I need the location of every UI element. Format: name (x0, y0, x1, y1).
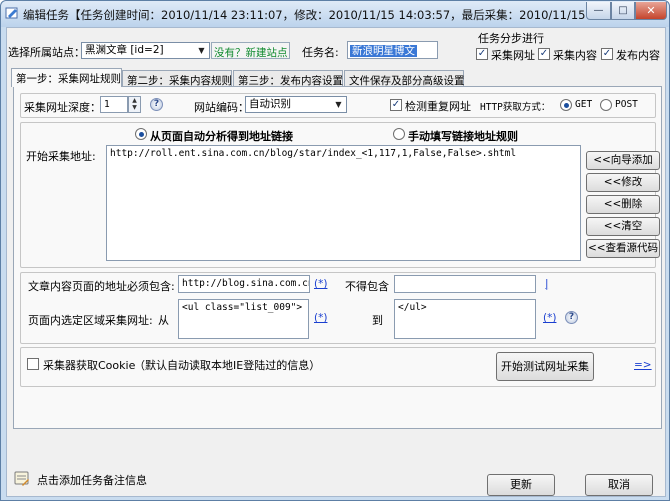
note-icon[interactable] (14, 471, 30, 486)
get-radio[interactable] (560, 99, 572, 111)
manual-rule-radio[interactable] (393, 128, 405, 140)
must-contain-label: 文章内容页面的地址必须包含: (28, 280, 175, 293)
tab-step2-content-rules[interactable]: 第二步：采集内容规则 (122, 70, 232, 87)
post-radio[interactable] (600, 99, 612, 111)
get-cookie-label: 采集器获取Cookie (43, 359, 136, 372)
site-select[interactable]: 黑渊文章 [id=2] ▼ (81, 42, 210, 59)
window-title: 编辑任务【任务创建时间：2010/11/14 23:11:07，修改：2010/… (23, 8, 653, 22)
wizard-add-button[interactable]: <<向导添加 (586, 151, 660, 170)
encoding-value: 自动识别 (249, 98, 291, 110)
step-publish-checkbox[interactable]: ✓ (601, 48, 613, 60)
depth-label: 采集网址深度： (24, 101, 101, 114)
step-content-label: 采集内容 (553, 49, 597, 62)
exclude-label: 不得包含 (345, 280, 389, 293)
get-cookie-checkbox[interactable] (27, 358, 39, 370)
url-rules-panel: 采集网址深度： 1 ▲ ▼ ? 网站编码： 自动识别 ▼ ✓ 检测重复网址 HT… (13, 86, 662, 429)
exclude-separator-link[interactable]: | (545, 278, 549, 290)
new-site-link[interactable]: 没有？新建站点 (211, 42, 290, 59)
task-name-label: 任务名: (302, 46, 339, 59)
spin-up-icon[interactable]: ▲ (129, 97, 140, 104)
depth-input[interactable]: 1 (100, 96, 128, 113)
step-publish-label: 发布内容 (616, 49, 660, 62)
region-start-wildcard-link[interactable]: (*) (314, 312, 327, 324)
from-label: 从 (158, 314, 169, 327)
region-end-value: </ul> (398, 302, 427, 313)
spin-down-icon[interactable]: ▼ (129, 104, 140, 111)
must-contain-wildcard-link[interactable]: (*) (314, 278, 327, 290)
step-url-label: 采集网址 (491, 49, 535, 62)
dialog-body: 选择所属站点： 黑渊文章 [id=2] ▼ 没有？新建站点 任务名: 新浪明星博… (6, 27, 666, 497)
region-start-input[interactable]: <ul class="list_009"> (178, 299, 309, 339)
update-button[interactable]: 更新 (487, 474, 555, 496)
edit-task-window: 编辑任务【任务创建时间：2010/11/14 23:11:07，修改：2010/… (0, 0, 670, 501)
tab-step1-url-rules[interactable]: 第一步：采集网址规则 (11, 68, 122, 87)
post-label: POST (615, 99, 638, 110)
step-url-checkbox[interactable]: ✓ (476, 48, 488, 60)
more-arrow-link[interactable]: => (634, 359, 652, 371)
http-method-label: HTTP获取方式： (480, 102, 551, 113)
maximize-button[interactable]: □ (611, 2, 635, 20)
start-url-label: 开始采集地址: (26, 150, 96, 163)
clear-urls-button[interactable]: <<清空 (586, 217, 660, 236)
to-label: 到 (372, 314, 383, 327)
help-icon[interactable]: ? (150, 98, 163, 111)
new-site-link-text: 没有？新建站点 (214, 47, 288, 59)
title-bar[interactable]: 编辑任务【任务创建时间：2010/11/14 23:11:07，修改：2010/… (1, 1, 669, 27)
auto-analyze-radio[interactable] (135, 128, 147, 140)
must-contain-input[interactable]: http://blog.sina.com.cn/s (178, 275, 310, 293)
tab-file-advanced-settings[interactable]: 文件保存及部分高级设置 (344, 70, 465, 87)
depth-value: 1 (104, 99, 110, 110)
check-duplicate-url-checkbox[interactable]: ✓ (390, 99, 402, 111)
help-icon[interactable]: ? (565, 311, 578, 324)
region-end-wildcard-link[interactable]: (*) (543, 312, 556, 324)
encoding-select[interactable]: 自动识别 ▼ (245, 96, 347, 113)
encoding-label: 网站编码： (194, 101, 249, 114)
tab-step3-publish-settings[interactable]: 第三步：发布内容设置 (233, 70, 343, 87)
test-url-collection-button[interactable]: 开始测试网址采集 (496, 352, 594, 381)
region-end-input[interactable]: </ul> (394, 299, 536, 339)
site-select-value: 黑渊文章 [id=2] (85, 44, 164, 56)
step-content-checkbox[interactable]: ✓ (538, 48, 550, 60)
site-label: 选择所属站点： (8, 46, 85, 59)
auto-analyze-label: 从页面自动分析得到地址链接 (150, 130, 293, 143)
add-note-link[interactable]: 点击添加任务备注信息 (37, 472, 147, 488)
chevron-down-icon: ▼ (332, 98, 345, 111)
delete-url-button[interactable]: <<删除 (586, 195, 660, 214)
task-name-value: 新浪明星博文 (350, 45, 417, 57)
steps-group-label: 任务分步进行 (478, 32, 544, 45)
chevron-down-icon: ▼ (195, 44, 208, 57)
region-start-value: <ul class="list_009"> (182, 302, 303, 313)
app-icon (5, 7, 18, 19)
check-duplicate-url-label: 检测重复网址 (405, 100, 471, 113)
edit-url-button[interactable]: <<修改 (586, 173, 660, 192)
close-button[interactable]: ✕ (635, 2, 667, 20)
manual-rule-label: 手动填写链接地址规则 (408, 130, 518, 143)
view-source-button[interactable]: <<查看源代码 (586, 239, 660, 258)
task-name-input[interactable]: 新浪明星博文 (347, 41, 438, 59)
get-label: GET (575, 99, 593, 110)
start-url-item[interactable]: http://roll.ent.sina.com.cn/blog/star/in… (110, 148, 516, 159)
cancel-button[interactable]: 取消 (585, 474, 653, 496)
cookie-hint: （默认自动读取本地IE登陆过的信息） (134, 359, 321, 372)
start-url-list[interactable]: http://roll.ent.sina.com.cn/blog/star/in… (106, 145, 581, 261)
region-label: 页面内选定区域采集网址: (28, 314, 153, 327)
must-contain-value: http://blog.sina.com.cn/s (182, 278, 309, 289)
exclude-input[interactable] (394, 275, 536, 293)
minimize-button[interactable]: — (586, 2, 611, 20)
depth-stepper[interactable]: ▲ ▼ (128, 96, 141, 113)
